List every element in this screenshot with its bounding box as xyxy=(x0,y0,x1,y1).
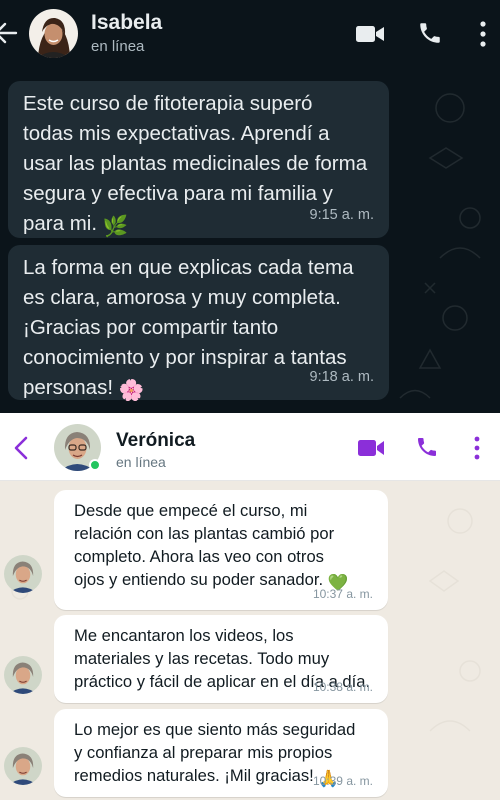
message-bubble[interactable]: Me encantaron los videos, los materiales… xyxy=(54,615,388,703)
back-arrow-icon[interactable] xyxy=(0,20,18,46)
chat-header: Verónica en línea xyxy=(0,413,500,481)
message-time: 10:39 a. m. xyxy=(312,774,373,788)
avatar[interactable] xyxy=(29,9,78,58)
flower-emoji: 🌸 xyxy=(118,379,145,402)
sender-avatar[interactable] xyxy=(4,656,42,694)
phone-icon[interactable] xyxy=(415,435,439,459)
contact-status: en línea xyxy=(91,38,145,55)
top-chat-screen: Isabela en línea Este curso de fitoterap… xyxy=(0,0,500,413)
message-bubble[interactable]: Lo mejor es que siento más seguridad y c… xyxy=(54,709,388,797)
contact-status: en línea xyxy=(116,454,166,470)
message-bubble[interactable]: Desde que empecé el curso, mi relación c… xyxy=(54,490,388,610)
video-call-icon[interactable] xyxy=(355,22,385,46)
message-time: 10:37 a. m. xyxy=(312,587,373,601)
message-bubble[interactable]: La forma en que explicas cada tema es cl… xyxy=(8,245,389,402)
video-call-icon[interactable] xyxy=(357,437,385,459)
message-bubble[interactable]: Este curso de fitoterapia superó todas m… xyxy=(8,81,389,238)
message-time: 9:18 a. m. xyxy=(309,369,374,385)
phone-icon[interactable] xyxy=(417,20,443,46)
message-text: Desde que empecé el curso, mi relación c… xyxy=(74,501,349,592)
message-time: 9:15 a. m. xyxy=(309,207,374,223)
contact-name[interactable]: Isabela xyxy=(91,11,162,35)
chat-header: Isabela en línea xyxy=(0,0,500,68)
bottom-chat-screen: Verónica en línea Desde que empecé el cu… xyxy=(0,413,500,800)
online-indicator xyxy=(89,459,101,471)
chevron-left-icon[interactable] xyxy=(12,435,30,461)
message-time: 10:38 a. m. xyxy=(312,680,373,694)
sender-avatar[interactable] xyxy=(4,555,42,593)
contact-name[interactable]: Verónica xyxy=(116,430,195,452)
more-vertical-icon[interactable] xyxy=(472,435,482,461)
herb-emoji: 🌿 xyxy=(102,215,129,238)
sender-avatar[interactable] xyxy=(4,747,42,785)
more-vertical-icon[interactable] xyxy=(478,20,488,48)
